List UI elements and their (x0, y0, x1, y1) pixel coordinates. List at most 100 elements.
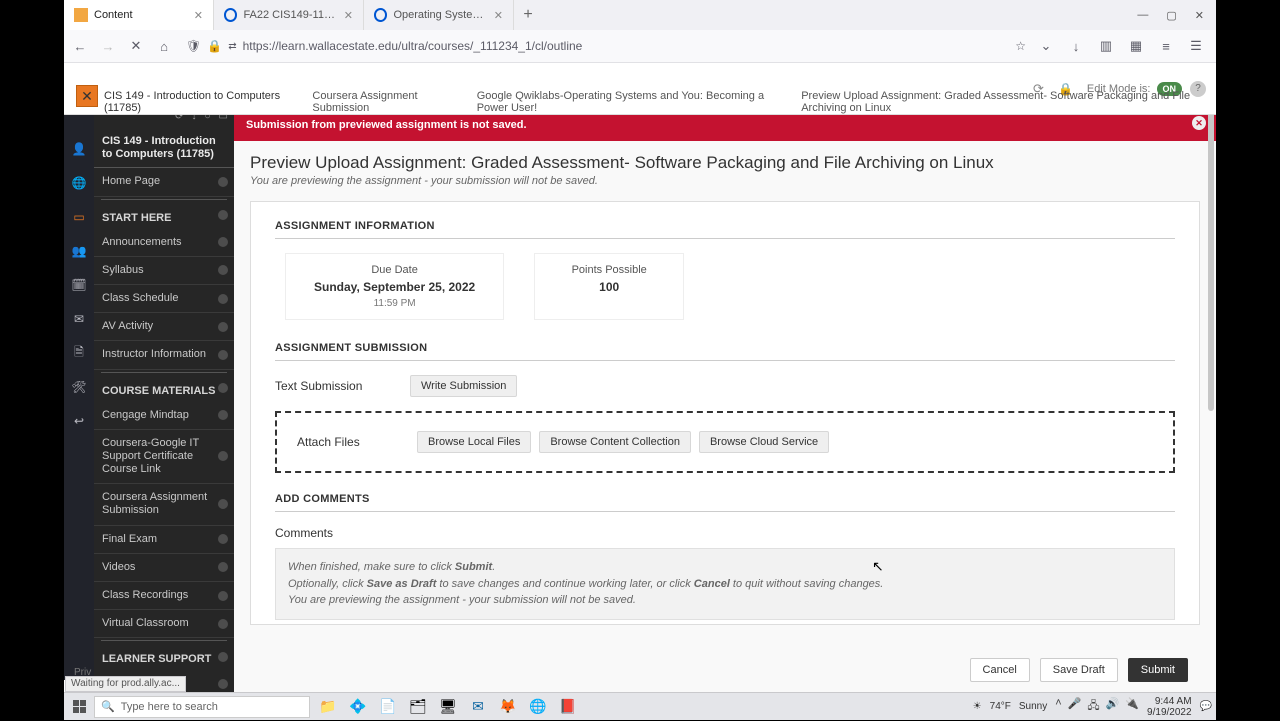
stop-reload-button[interactable]: ✕ (126, 36, 146, 56)
tray-speaker-icon[interactable]: 🔊 (1106, 697, 1120, 716)
browse-content-collection-button[interactable]: Browse Content Collection (539, 431, 691, 453)
url-text: https://learn.wallacestate.edu/ultra/cou… (243, 39, 1010, 53)
crumb-3[interactable]: Preview Upload Assignment: Graded Assess… (801, 90, 1216, 114)
crumb-1[interactable]: Coursera Assignment Submission (312, 90, 454, 114)
sidebar-heading-start: START HERE (94, 202, 234, 229)
close-overlay-button[interactable]: ✕ (76, 85, 98, 107)
crumb-2[interactable]: Google Qwiklabs-Operating Systems and Yo… (477, 90, 780, 114)
tray-network-icon[interactable]: 🖧 (1087, 697, 1099, 716)
profile-icon[interactable]: 👤 (71, 141, 87, 157)
tray-mic-icon[interactable]: 🎤 (1068, 697, 1082, 716)
browse-local-button[interactable]: Browse Local Files (417, 431, 531, 453)
url-input[interactable]: 🛡 🔒 ⇄ https://learn.wallacestate.edu/ult… (182, 39, 1030, 53)
windows-taskbar: 🔍 Type here to search 📁 💠 📄 🗂 🖥 ✉ 🦊 🌐 📕 … (64, 692, 1216, 720)
permissions-icon[interactable]: ⇄ (228, 41, 236, 52)
notifications-icon[interactable]: 💬 (1200, 701, 1212, 712)
browser-tab-bar: Content ✕ FA22 CIS149-11785 | Coursera ✕… (64, 0, 1216, 30)
points-value: 100 (563, 280, 655, 294)
lock-icon[interactable]: 🔒 (207, 39, 222, 53)
taskbar-app-icon[interactable]: 🗂 (404, 695, 432, 719)
pocket-icon[interactable]: ⌄ (1038, 38, 1054, 54)
course-title[interactable]: CIS 149 - Introduction to Computers (117… (94, 129, 234, 168)
start-button[interactable] (64, 693, 94, 721)
tab-coursera[interactable]: FA22 CIS149-11785 | Coursera ✕ (214, 0, 364, 30)
tab-close-icon[interactable]: ✕ (344, 9, 353, 22)
sidebar-item-recordings[interactable]: Class Recordings (94, 582, 234, 610)
sidebar-item-syllabus[interactable]: Syllabus (94, 257, 234, 285)
window-close[interactable]: ✕ (1195, 9, 1204, 22)
downloads-icon[interactable]: ↓ (1068, 38, 1084, 54)
taskbar-firefox-icon[interactable]: 🦊 (494, 695, 522, 719)
forward-button[interactable]: → (98, 36, 118, 56)
sidebar-item-coursera-sub[interactable]: Coursera Assignment Submission (94, 484, 234, 525)
taskbar-search[interactable]: 🔍 Type here to search (94, 696, 310, 718)
points-box: Points Possible 100 (534, 253, 684, 320)
taskbar-outlook-icon[interactable]: ✉ (464, 695, 492, 719)
sidebar-item-coursera-link[interactable]: Coursera-Google IT Support Certificate C… (94, 430, 234, 485)
extension-icon[interactable]: ▦ (1128, 38, 1144, 54)
tab-os-you[interactable]: Operating Systems and You: Be ✕ (364, 0, 514, 30)
sidebar-item-virtual[interactable]: Virtual Classroom (94, 610, 234, 638)
feed-icon[interactable]: ≡ (1158, 38, 1174, 54)
tab-content[interactable]: Content ✕ (64, 0, 214, 30)
submit-button[interactable]: Submit (1128, 658, 1188, 682)
sidebar-item-schedule[interactable]: Class Schedule (94, 285, 234, 313)
activity-icon[interactable]: 🌐 (71, 175, 87, 191)
taskbar-app-icon[interactable]: 💠 (344, 695, 372, 719)
taskbar-chrome-icon[interactable]: 🌐 (524, 695, 552, 719)
tab-close-icon[interactable]: ✕ (194, 9, 203, 22)
browse-cloud-button[interactable]: Browse Cloud Service (699, 431, 829, 453)
search-icon: 🔍 (101, 700, 115, 713)
save-draft-button[interactable]: Save Draft (1040, 658, 1118, 682)
sidebar-item-home[interactable]: Home Page (94, 168, 234, 196)
taskbar-app-icon[interactable]: 🖥 (434, 695, 462, 719)
sidebar-item-videos[interactable]: Videos (94, 554, 234, 582)
taskbar-app-icon[interactable]: 📄 (374, 695, 402, 719)
attach-files-dropzone[interactable]: Attach Files Browse Local Files Browse C… (275, 411, 1175, 473)
write-submission-button[interactable]: Write Submission (410, 375, 517, 397)
vertical-scrollbar[interactable] (1208, 111, 1214, 411)
weather-icon[interactable]: ☀ (973, 701, 982, 712)
comments-label: Comments (275, 526, 1175, 540)
bookmark-star-icon[interactable]: ☆ (1015, 39, 1026, 53)
courses-icon[interactable]: ▭ (71, 209, 87, 225)
sidebar-item-announcements[interactable]: Announcements (94, 229, 234, 257)
tools-icon[interactable]: 🛠 (71, 379, 87, 395)
tray-chevron-icon[interactable]: ˄ (1055, 697, 1061, 716)
grades-icon[interactable]: 🗎 (71, 345, 87, 361)
taskbar-clock[interactable]: 9:44 AM 9/19/2022 (1147, 696, 1192, 718)
messages-icon[interactable]: ✉ (71, 311, 87, 327)
library-icon[interactable]: ▥ (1098, 38, 1114, 54)
signout-icon[interactable]: ↩ (71, 413, 87, 429)
sidebar-item-av[interactable]: AV Activity (94, 313, 234, 341)
tab-label: FA22 CIS149-11785 | Coursera (243, 9, 337, 21)
back-button[interactable]: ← (70, 36, 90, 56)
window-minimize[interactable]: — (1137, 9, 1148, 21)
clock-time: 9:44 AM (1147, 696, 1192, 707)
points-label: Points Possible (563, 264, 655, 280)
course-menu: ⟳ ↕ ○ ▭ CIS 149 - Introduction to Comput… (94, 109, 234, 720)
tray-power-icon[interactable]: 🔌 (1125, 697, 1139, 716)
home-button[interactable]: ⌂ (154, 36, 174, 56)
menu-icon[interactable]: ☰ (1188, 38, 1204, 54)
window-maximize[interactable]: ▢ (1166, 9, 1176, 22)
taskbar-acrobat-icon[interactable]: 📕 (554, 695, 582, 719)
tab-close-icon[interactable]: ✕ (494, 9, 503, 22)
shield-icon[interactable]: 🛡 (186, 39, 201, 53)
orgs-icon[interactable]: 👥 (71, 243, 87, 259)
tab-label: Content (94, 9, 133, 21)
sidebar-item-instructor[interactable]: Instructor Information (94, 341, 234, 369)
new-tab-button[interactable]: + (514, 1, 542, 29)
due-label: Due Date (314, 264, 475, 280)
content-card: ASSIGNMENT INFORMATION Due Date Sunday, … (250, 201, 1200, 625)
cancel-button[interactable]: Cancel (970, 658, 1030, 682)
page-title: Preview Upload Assignment: Graded Assess… (250, 153, 1200, 173)
favicon-coursera (374, 8, 387, 22)
calendar-icon[interactable]: 🗓 (71, 277, 87, 293)
taskbar-files-icon[interactable]: 📁 (314, 695, 342, 719)
ultra-nav-rail: 👤 🌐 ▭ 👥 🗓 ✉ 🗎 🛠 ↩ (64, 63, 94, 680)
sidebar-item-cengage[interactable]: Cengage Mindtap (94, 402, 234, 430)
crumb-course[interactable]: CIS 149 - Introduction to Computers (117… (104, 90, 290, 114)
sidebar-item-final[interactable]: Final Exam (94, 526, 234, 554)
favicon-bb (74, 8, 88, 22)
